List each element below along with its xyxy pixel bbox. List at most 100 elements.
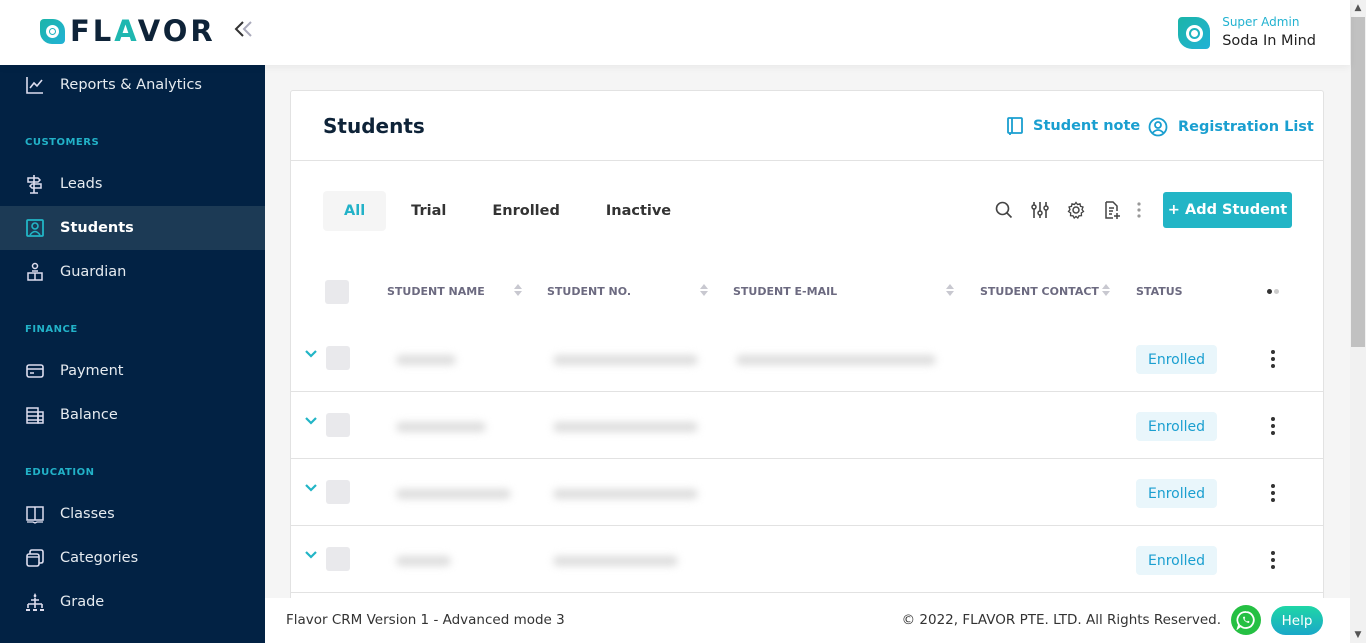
status-tabs: All Trial Enrolled Inactive [323, 191, 696, 231]
logo-text-part: VOR [137, 14, 216, 48]
section-finance: FINANCE [25, 324, 78, 335]
chevron-down-icon[interactable] [304, 481, 318, 495]
student-name-cell [396, 489, 511, 499]
student-no-cell [553, 355, 698, 365]
user-name: Soda In Mind [1222, 33, 1316, 49]
table-row[interactable]: Enrolled [291, 325, 1323, 392]
row-checkbox[interactable] [326, 413, 350, 437]
student-no-cell [553, 422, 698, 432]
chevron-down-icon[interactable] [304, 414, 318, 428]
students-card: Students Student note Registration List … [290, 90, 1324, 610]
column-student-contact[interactable]: STUDENT CONTACT [980, 285, 1099, 298]
row-actions-button[interactable] [1263, 416, 1283, 436]
user-menu[interactable]: Super Admin Soda In Mind [1178, 14, 1316, 52]
stacked-squares-icon [25, 548, 45, 568]
sidebar-item-students[interactable]: Students [0, 206, 265, 250]
sort-icon[interactable] [1102, 284, 1110, 298]
sidebar-item-label: Payment [60, 363, 124, 379]
sidebar: Reports & Analytics CUSTOMERS Leads Stud… [0, 65, 265, 643]
student-note-link[interactable]: Student note [1007, 117, 1140, 135]
signpost-icon [25, 174, 45, 194]
sidebar-item-reports-analytics[interactable]: Reports & Analytics [0, 63, 265, 107]
gear-icon [1067, 201, 1085, 219]
sort-icon[interactable] [514, 284, 522, 298]
sidebar-item-grade[interactable]: Grade [0, 580, 265, 624]
chart-line-icon [25, 75, 45, 95]
logo-text: FLAVOR [70, 17, 216, 46]
flavor-logo[interactable]: FLAVOR [40, 17, 216, 46]
table-toolbar: + Add Student [986, 192, 1292, 228]
student-name-cell [396, 556, 451, 566]
settings-button[interactable] [1058, 192, 1094, 228]
status-badge: Enrolled [1136, 345, 1218, 374]
row-actions-button[interactable] [1263, 550, 1283, 570]
user-circle-icon [1148, 117, 1168, 137]
guardian-icon [25, 262, 45, 282]
table-header: STUDENT NAME STUDENT NO. STUDENT E-MAIL … [291, 271, 1323, 313]
page-title: Students [323, 114, 425, 138]
filter-button[interactable] [1022, 192, 1058, 228]
sidebar-item-categories[interactable]: Categories [0, 536, 265, 580]
tab-inactive[interactable]: Inactive [585, 191, 692, 231]
row-checkbox[interactable] [326, 547, 350, 571]
scroll-up-arrow-icon[interactable]: ▲ [1350, 0, 1366, 16]
tab-enrolled[interactable]: Enrolled [471, 191, 581, 231]
column-student-email[interactable]: STUDENT E-MAIL [733, 285, 837, 298]
search-button[interactable] [986, 192, 1022, 228]
section-education: EDUCATION [25, 467, 95, 478]
sidebar-item-leads[interactable]: Leads [0, 162, 265, 206]
sidebar-item-label: Guardian [60, 264, 127, 280]
add-student-button[interactable]: + Add Student [1163, 192, 1292, 228]
search-icon [995, 201, 1013, 219]
notebook-icon [1007, 117, 1023, 135]
column-student-no[interactable]: STUDENT NO. [547, 285, 631, 298]
chevron-down-icon[interactable] [304, 548, 318, 562]
export-button[interactable] [1094, 192, 1130, 228]
more-vertical-icon [1137, 202, 1141, 218]
chevron-down-icon[interactable] [304, 347, 318, 361]
double-chevron-left-icon [234, 21, 252, 37]
credit-card-icon [25, 361, 45, 381]
scroll-down-arrow-icon[interactable]: ▼ [1350, 627, 1366, 643]
sidebar-item-label: Students [60, 220, 134, 236]
sidebar-item-classes[interactable]: Classes [0, 492, 265, 536]
registration-list-label: Registration List [1178, 119, 1314, 135]
filter-sliders-icon [1031, 202, 1049, 218]
export-document-icon [1105, 201, 1120, 219]
sort-icon[interactable] [700, 284, 708, 298]
student-note-label: Student note [1033, 118, 1141, 134]
column-status[interactable]: STATUS [1136, 285, 1183, 298]
sidebar-item-payment[interactable]: Payment [0, 349, 265, 393]
book-open-icon [25, 504, 45, 524]
avatar [1178, 17, 1211, 49]
column-student-name[interactable]: STUDENT NAME [387, 285, 485, 298]
table-row[interactable]: Enrolled [291, 526, 1323, 593]
sidebar-item-label: Balance [60, 407, 118, 423]
student-no-cell [553, 556, 678, 566]
ledger-icon [25, 405, 45, 425]
sidebar-item-balance[interactable]: Balance [0, 393, 265, 437]
row-actions-button[interactable] [1263, 349, 1283, 369]
help-button[interactable]: Help [1271, 606, 1323, 635]
version-text: Flavor CRM Version 1 - Advanced mode 3 [286, 612, 565, 628]
scroll-thumb[interactable] [1351, 17, 1365, 347]
more-options-button[interactable] [1130, 192, 1148, 228]
registration-list-link[interactable]: Registration List [1148, 117, 1314, 137]
sidebar-item-guardian[interactable]: Guardian [0, 250, 265, 294]
whatsapp-button[interactable] [1231, 605, 1261, 635]
table-row[interactable]: Enrolled [291, 459, 1323, 526]
student-no-cell [553, 489, 698, 499]
tab-all[interactable]: All [323, 191, 387, 231]
collapse-sidebar-button[interactable] [234, 20, 254, 43]
logo-text-part: FL [70, 14, 115, 48]
page-scrollbar[interactable]: ▲ ▼ [1350, 0, 1366, 643]
row-checkbox[interactable] [326, 346, 350, 370]
table-row[interactable]: Enrolled [291, 392, 1323, 459]
row-actions-button[interactable] [1263, 483, 1283, 503]
row-checkbox[interactable] [326, 480, 350, 504]
select-all-checkbox[interactable] [325, 280, 349, 304]
column-toggle-icon[interactable] [1267, 289, 1279, 294]
sidebar-item-label: Grade [60, 594, 105, 610]
sort-icon[interactable] [946, 284, 954, 298]
tab-trial[interactable]: Trial [390, 191, 467, 231]
